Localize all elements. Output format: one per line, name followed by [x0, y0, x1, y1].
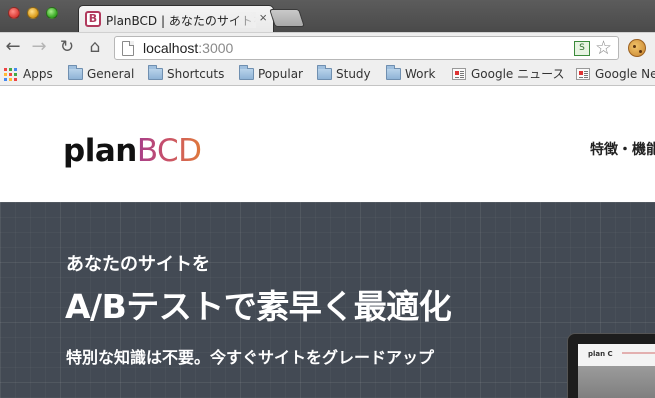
folder-icon: [68, 65, 83, 80]
planbcd-favicon-icon: B: [85, 11, 101, 27]
tab-close-icon[interactable]: ×: [259, 11, 267, 25]
hero-section: あなたのサイトを A/Bテストで素早く最適化 特別な知識は不要。今すぐサイトをグ…: [0, 202, 655, 398]
bookmark-star-icon[interactable]: ☆: [595, 37, 612, 59]
address-bar[interactable]: localhost:3000 S ☆: [114, 36, 619, 60]
device-preview-logo: plan C: [588, 350, 613, 358]
address-url[interactable]: localhost:3000: [143, 40, 233, 56]
hero-tagline: あなたのサイトを: [66, 254, 210, 275]
bookmark-label: Google ニュース: [471, 67, 565, 81]
home-icon[interactable]: ⌂: [84, 36, 106, 58]
forward-arrow-icon[interactable]: →: [28, 36, 50, 58]
tab-title: PlanBCD | あなたのサイトを: [106, 12, 256, 28]
news-icon: [576, 68, 590, 80]
bookmark-label: Work: [405, 67, 436, 81]
site-header: planBCD 特徴・機能: [0, 87, 655, 202]
page-icon: [122, 41, 134, 56]
bookmark-label: Google News: [595, 67, 655, 81]
extension-icon[interactable]: S: [574, 41, 590, 56]
url-host: localhost: [143, 40, 199, 56]
hero-subtitle: 特別な知識は不要。今すぐサイトをグレードアップ: [66, 348, 435, 367]
device-preview-image: plan C: [567, 333, 655, 398]
bookmark-label: General: [87, 67, 135, 81]
folder-icon: [148, 65, 163, 80]
apps-grid-icon: [4, 68, 17, 81]
planbcd-logo[interactable]: planBCD: [63, 134, 202, 168]
hero-title: A/Bテストで素早く最適化: [65, 287, 452, 326]
zoom-window-button[interactable]: [46, 7, 58, 19]
bookmark-label: Popular: [258, 67, 303, 81]
device-screen: plan C: [578, 344, 655, 398]
bookmark-label: Study: [336, 67, 371, 81]
folder-icon: [317, 65, 332, 80]
url-port: :3000: [198, 40, 234, 56]
new-tab-button[interactable]: [269, 9, 305, 27]
browser-toolbar: ← → ↻ ⌂ localhost:3000 S ☆: [0, 32, 655, 61]
back-arrow-icon[interactable]: ←: [2, 36, 24, 58]
folder-icon: [386, 65, 401, 80]
nav-link-features[interactable]: 特徴・機能: [590, 139, 655, 159]
logo-bcd: BCD: [136, 133, 202, 169]
minimize-window-button[interactable]: [27, 7, 39, 19]
device-preview-hero: [578, 366, 655, 398]
bookmark-label: Apps: [23, 67, 53, 81]
cookie-extension-icon[interactable]: [628, 39, 646, 57]
browser-tab-bar: B PlanBCD | あなたのサイトを ×: [0, 0, 655, 32]
browser-tab-active[interactable]: B PlanBCD | あなたのサイトを ×: [78, 5, 274, 32]
news-icon: [452, 68, 466, 80]
bookmark-label: Shortcuts: [167, 67, 225, 81]
close-window-button[interactable]: [8, 7, 20, 19]
logo-plan: plan: [63, 133, 137, 169]
device-preview-nav: [622, 352, 655, 354]
reload-icon[interactable]: ↻: [56, 36, 78, 58]
bookmarks-bar: Apps General Shortcuts Popular Study Wor…: [0, 61, 655, 86]
folder-icon: [239, 65, 254, 80]
